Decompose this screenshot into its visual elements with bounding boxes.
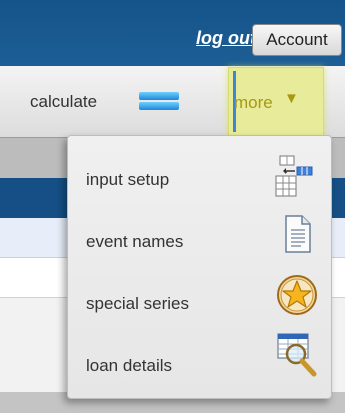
menu-item-label: loan details [86,356,173,375]
menu-item-label: special series [86,294,189,313]
menu-item-special-series[interactable]: special series [68,270,331,330]
more-label: more [234,93,273,112]
input-setup-icon [275,155,313,197]
calculate-equals-icon[interactable] [139,92,179,110]
more-menu-button[interactable]: more ▼ [228,67,324,136]
menu-item-event-names[interactable]: event names [68,208,331,268]
star-icon [277,275,317,315]
menu-item-label: event names [86,232,184,251]
document-icon [285,215,311,253]
menu-item-loan-details[interactable]: loan details [68,332,331,392]
dropdown-arrow-icon: ▼ [284,90,299,107]
magnifier-icon [277,333,317,377]
logout-link[interactable]: log out [196,28,256,49]
account-button[interactable]: Account [252,24,342,56]
account-button-label: Account [266,30,328,49]
calculate-button[interactable]: calculate [30,92,97,112]
top-header-bar: log out Account [0,0,345,66]
menu-item-label: input setup [86,170,170,189]
menu-item-input-setup[interactable]: input setup [68,146,331,206]
more-dropdown-menu: input setup event names special series l… [67,135,332,399]
